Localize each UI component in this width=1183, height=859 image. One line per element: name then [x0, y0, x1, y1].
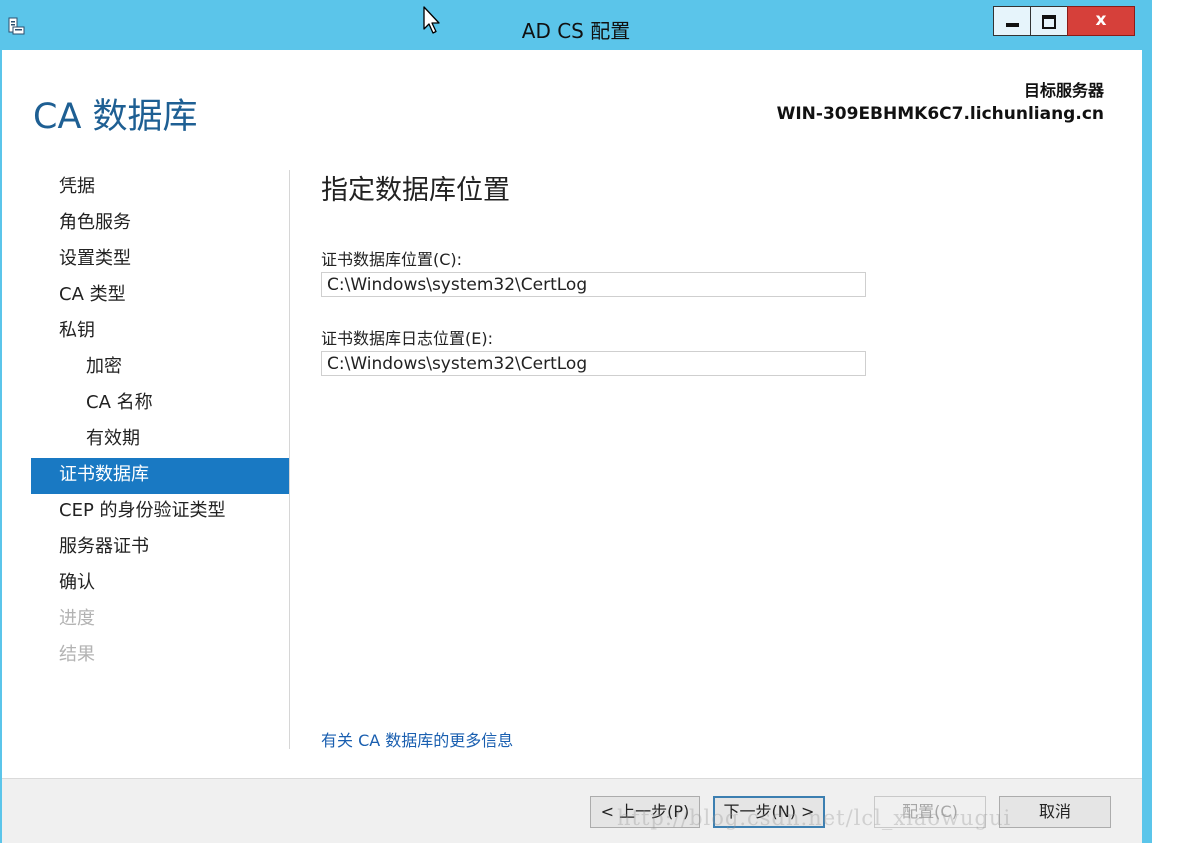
nav-item-cryptography[interactable]: 加密	[31, 350, 289, 386]
outer-background-bottom	[0, 843, 1183, 859]
cancel-button[interactable]: 取消	[999, 796, 1111, 828]
nav-item-cep-auth-type[interactable]: CEP 的身份验证类型	[31, 494, 289, 530]
nav-item-confirmation[interactable]: 确认	[31, 566, 289, 602]
nav-item-certificate-database[interactable]: 证书数据库	[31, 458, 289, 494]
window-border-right	[1142, 50, 1152, 843]
db-location-input[interactable]	[321, 272, 866, 297]
window-title: AD CS 配置	[521, 19, 631, 43]
nav-item-validity-period[interactable]: 有效期	[31, 422, 289, 458]
more-info-link[interactable]: 有关 CA 数据库的更多信息	[321, 727, 513, 751]
nav-item-ca-type[interactable]: CA 类型	[31, 278, 289, 314]
nav-item-credentials[interactable]: 凭据	[31, 170, 289, 206]
target-server-name: WIN-309EBHMK6C7.lichunliang.cn	[776, 104, 1104, 124]
title-bar[interactable]: AD CS 配置 x	[0, 0, 1152, 50]
outer-background	[1152, 0, 1183, 843]
content-heading: 指定数据库位置	[321, 175, 510, 206]
ad-cs-config-window: AD CS 配置 x CA 数据库 目标服务器 WIN-309EBHMK6C7.…	[0, 0, 1152, 844]
nav-divider	[289, 170, 290, 749]
nav-item-setup-type[interactable]: 设置类型	[31, 242, 289, 278]
next-button[interactable]: 下一步(N) >	[713, 796, 825, 828]
close-button[interactable]: x	[1067, 6, 1135, 36]
log-location-input[interactable]	[321, 351, 866, 376]
minimize-button[interactable]	[993, 6, 1031, 36]
nav-item-role-services[interactable]: 角色服务	[31, 206, 289, 242]
log-location-label: 证书数据库日志位置(E):	[321, 329, 493, 348]
close-icon: x	[1095, 10, 1107, 30]
nav-item-private-key[interactable]: 私钥	[31, 314, 289, 350]
maximize-button[interactable]	[1030, 6, 1068, 36]
maximize-icon	[1042, 15, 1056, 29]
target-server-label: 目标服务器	[1023, 81, 1104, 100]
back-button[interactable]: < 上一步(P)	[590, 796, 700, 828]
nav-item-progress: 进度	[59, 608, 95, 629]
nav-item-results: 结果	[59, 644, 95, 665]
window-border-left	[0, 50, 2, 843]
nav-item-ca-name[interactable]: CA 名称	[31, 386, 289, 422]
page-title: CA 数据库	[33, 97, 198, 137]
window-controls: x	[993, 6, 1135, 36]
nav-item-server-certificate[interactable]: 服务器证书	[31, 530, 289, 566]
db-location-label: 证书数据库位置(C):	[321, 250, 463, 269]
wizard-nav: 凭据 角色服务 设置类型 CA 类型 私钥 加密 CA 名称 有效期 证书数据库…	[31, 170, 289, 674]
minimize-icon	[1006, 23, 1019, 27]
configure-button: 配置(C)	[874, 796, 986, 828]
